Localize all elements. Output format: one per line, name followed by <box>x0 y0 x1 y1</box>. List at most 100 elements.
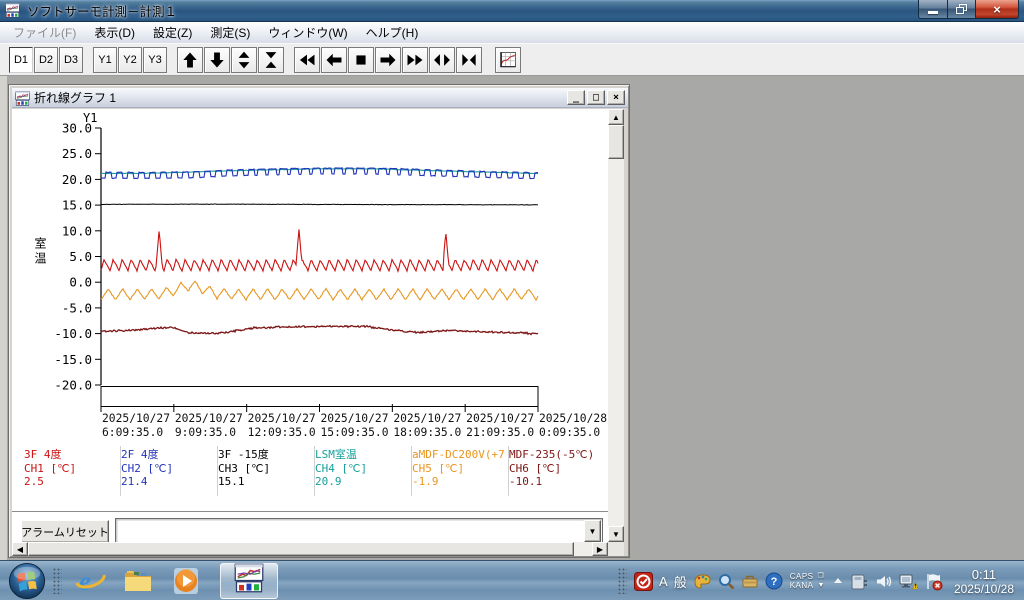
svg-text:-20.0: -20.0 <box>54 378 92 393</box>
axis-y2-button[interactable]: Y2 <box>118 46 142 73</box>
vertical-scroll-thumb[interactable] <box>608 125 624 159</box>
svg-text:0.0: 0.0 <box>69 275 92 290</box>
axis-y1-button[interactable]: Y1 <box>93 46 117 73</box>
alarm-combobox-input[interactable] <box>118 521 583 541</box>
expand-horizontal-button[interactable] <box>429 46 455 73</box>
internet-explorer-icon[interactable]: e <box>73 564 107 598</box>
channel-unit: CH5 [℃] <box>412 461 465 475</box>
close-button[interactable]: × <box>975 0 1019 19</box>
series-line-ch6 <box>100 324 539 336</box>
toolbar-group-nav <box>177 46 285 73</box>
legend-channel-6: MDF-235(-5℃) CH6 [℃] -10.1 <box>509 446 606 496</box>
taskbar-app-button-active[interactable] <box>220 562 278 599</box>
collapse-vertical-button[interactable] <box>258 46 284 73</box>
ime-options-icon[interactable]: ▼ <box>818 581 825 590</box>
ime-input-mode[interactable]: A <box>659 574 668 589</box>
alarm-combobox[interactable]: ▼ <box>115 518 603 542</box>
start-button[interactable] <box>5 562 49 600</box>
network-warning-icon[interactable]: ! <box>898 572 918 591</box>
ime-toolbox-icon[interactable] <box>741 572 759 590</box>
collapse-horizontal-button[interactable] <box>456 46 482 73</box>
graph-window: 折れ線グラフ 1 _ □ × 室温 Y1 30.0 25.0 20.0 15.0 10.0… <box>8 84 630 558</box>
svg-text:2025/10/27: 2025/10/27 <box>102 412 170 425</box>
child-close-button[interactable]: × <box>607 90 625 105</box>
display-d1-button[interactable]: D1 <box>9 46 33 73</box>
window-title: ソフトサーモ計測－計測１ <box>27 5 178 19</box>
toolbar-group-d: D1 D2 D3 <box>9 46 84 73</box>
svg-text:18:09:35.0: 18:09:35.0 <box>393 426 461 439</box>
media-player-icon[interactable] <box>169 564 203 598</box>
tray-clock[interactable]: 0:11 2025/10/28 <box>954 567 1014 596</box>
arrow-up-icon <box>183 52 197 67</box>
arrow-down-icon <box>210 52 224 67</box>
menu-item-4[interactable]: ウィンドウ(W) <box>259 21 356 44</box>
arrow-down-button[interactable] <box>204 46 230 73</box>
file-explorer-icon[interactable] <box>121 564 155 598</box>
svg-text:25.0: 25.0 <box>62 146 92 161</box>
scroll-right-icon[interactable]: ▶ <box>592 542 608 556</box>
arrow-up-button[interactable] <box>177 46 203 73</box>
scroll-left-icon[interactable]: ◀ <box>12 542 28 556</box>
svg-text:6:09:35.0: 6:09:35.0 <box>102 426 163 439</box>
help-icon[interactable]: ? <box>765 572 783 590</box>
display-d3-button[interactable]: D3 <box>59 46 83 73</box>
alarm-reset-button[interactable]: アラームリセット <box>21 520 109 542</box>
ime-search-icon[interactable] <box>717 572 735 590</box>
svg-text:?: ? <box>770 576 777 588</box>
svg-text:2025/10/27: 2025/10/27 <box>393 412 461 425</box>
step-forward-button[interactable] <box>375 46 401 73</box>
menu-item-3[interactable]: 測定(S) <box>201 21 259 44</box>
system-tray: A 般 ? CAPS ❐ KANA ▼ ! 0:11 2025/10/28 <box>614 561 1024 600</box>
channel-unit: CH1 [℃] <box>24 461 77 475</box>
skip-back-button[interactable] <box>294 46 320 73</box>
security-tray-icon[interactable] <box>634 571 654 591</box>
svg-text:-10.0: -10.0 <box>54 326 92 341</box>
collapse-horizontal-icon <box>462 53 476 66</box>
stop-button[interactable] <box>348 46 374 73</box>
expand-vertical-button[interactable] <box>231 46 257 73</box>
ime-restore-icon[interactable]: ❐ <box>818 572 825 581</box>
menu-item-5[interactable]: ヘルプ(H) <box>357 21 428 44</box>
scroll-up-icon[interactable]: ▲ <box>608 109 624 125</box>
ime-palette-icon[interactable] <box>693 572 711 590</box>
display-d2-button[interactable]: D2 <box>34 46 58 73</box>
skip-back-icon <box>299 54 315 65</box>
expand-horizontal-icon <box>434 53 450 66</box>
svg-text:e: e <box>79 566 91 596</box>
action-center-flag-icon[interactable] <box>924 572 943 591</box>
menu-item-1[interactable]: 表示(D) <box>85 21 144 44</box>
skip-forward-button[interactable] <box>402 46 428 73</box>
taskbar-grip[interactable] <box>53 567 62 594</box>
remove-hardware-icon[interactable] <box>850 572 869 591</box>
ime-language-bar[interactable]: CAPS ❐ KANA ▼ <box>790 572 825 590</box>
volume-icon[interactable] <box>875 573 892 590</box>
minimize-button[interactable] <box>918 0 948 19</box>
svg-text:21:09:35.0: 21:09:35.0 <box>466 426 534 439</box>
window-frame-edge <box>0 76 7 560</box>
vertical-scrollbar[interactable]: ▲ ▼ <box>608 109 624 542</box>
line-chart: Y130.025.020.015.010.05.00.0-5.0-10.0-15… <box>54 111 607 439</box>
child-minimize-button[interactable]: _ <box>567 90 585 105</box>
tray-grip[interactable] <box>618 568 628 594</box>
ime-conversion-mode[interactable]: 般 <box>674 572 687 591</box>
graph-window-titlebar[interactable]: 折れ線グラフ 1 _ □ × <box>12 88 628 108</box>
combobox-dropdown-icon[interactable]: ▼ <box>584 520 601 542</box>
stop-icon <box>356 54 366 65</box>
step-back-button[interactable] <box>321 46 347 73</box>
svg-text:-15.0: -15.0 <box>54 352 92 367</box>
restore-button[interactable] <box>947 0 976 19</box>
child-maximize-button[interactable]: □ <box>587 90 605 105</box>
horizontal-scrollbar[interactable]: ◀ ▶ <box>12 542 608 556</box>
scroll-down-icon[interactable]: ▼ <box>608 526 624 542</box>
channel-value: -1.9 <box>412 475 439 488</box>
axis-y3-button[interactable]: Y3 <box>143 46 167 73</box>
horizontal-scroll-thumb[interactable] <box>28 542 574 556</box>
legend-channel-3: 3F -15度 CH3 [℃] 15.1 <box>218 446 315 496</box>
menu-item-2[interactable]: 設定(Z) <box>144 21 201 44</box>
graph-settings-button[interactable] <box>495 46 521 73</box>
graph-settings-icon <box>500 51 516 67</box>
scrollbar-corner <box>608 542 624 556</box>
show-hidden-icons[interactable] <box>832 575 844 587</box>
clock-date: 2025/10/28 <box>953 581 1014 596</box>
menu-item-0[interactable]: ファイル(F) <box>4 21 85 44</box>
